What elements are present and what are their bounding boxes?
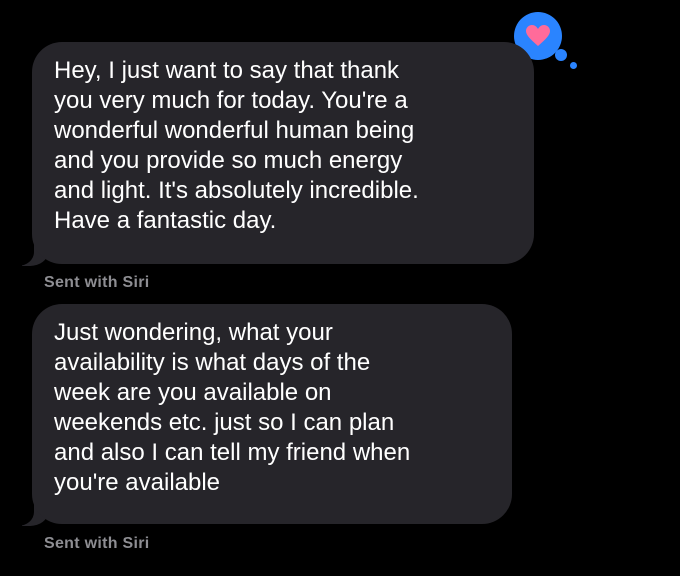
message-text-line: Hey, I just want to say that thank [54, 57, 400, 84]
message-text-line: week are you available on [54, 379, 332, 406]
message-text-line: Just wondering, what your [54, 319, 333, 346]
tapback-tail-dot [555, 49, 567, 61]
sent-with-siri-caption: Sent with Siri [44, 535, 150, 552]
message-text-line: you very much for today. You're a [54, 87, 408, 114]
incoming-message-bubble[interactable]: Hey, I just want to say that thank you v… [32, 42, 534, 264]
heart-icon [526, 25, 550, 46]
message-text-line: availability is what days of the [54, 349, 371, 376]
message-text-line: and also I can tell my friend when [54, 439, 411, 466]
sent-with-siri-caption: Sent with Siri [44, 274, 150, 291]
message-text-line: and you provide so much energy [54, 147, 403, 174]
message-text-line: wonderful wonderful human being [54, 117, 415, 144]
tapback-tail-dot-small [570, 62, 577, 69]
message-text-line: Have a fantastic day. [54, 207, 277, 234]
incoming-message-bubble[interactable]: Just wondering, what your availability i… [32, 304, 512, 524]
message-text-line: and light. It's absolutely incredible. [54, 177, 419, 204]
message-text-line: you're available [54, 469, 221, 496]
message-thread: Hey, I just want to say that thank you v… [0, 0, 680, 576]
message-text-line: weekends etc. just so I can plan [54, 409, 395, 436]
